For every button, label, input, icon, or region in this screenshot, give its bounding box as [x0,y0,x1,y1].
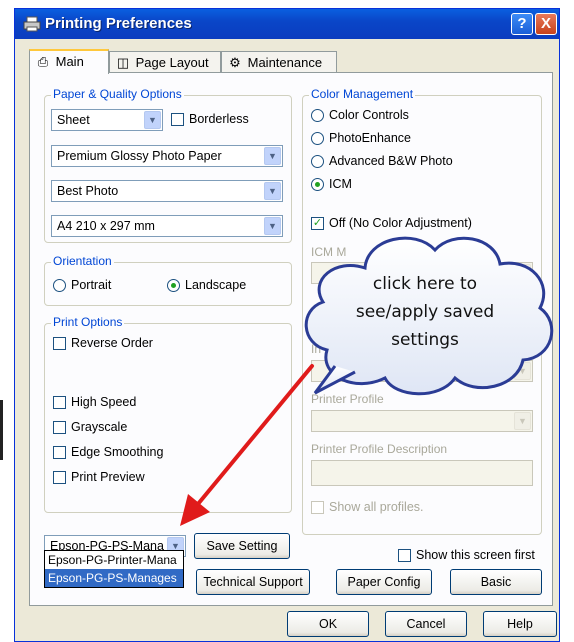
orientation-group: Orientation Portrait Landscape [44,254,292,306]
photoenhance-radio[interactable]: PhotoEnhance [311,131,411,145]
radio-dot-selected [167,278,180,292]
icm-label: ICM [329,177,352,191]
tab-page-layout[interactable]: ◫ Page Layout [109,51,221,73]
reverse-order-label: Reverse Order [71,336,153,350]
printer-icon: ⎙ [37,54,49,69]
cancel-button[interactable]: Cancel [385,611,467,637]
checkbox-box [53,395,66,409]
radio-dot-selected [311,177,324,191]
portrait-label: Portrait [71,278,112,292]
icm-radio[interactable]: ICM [311,177,352,191]
paper-source-select[interactable]: Sheet ▼ [51,109,163,131]
show-all-profiles-label: Show all profiles. [329,500,424,514]
checkbox-box [53,420,66,434]
print-options-title: Print Options [51,315,125,329]
color-management-title: Color Management [309,87,416,101]
paper-quality-title: Paper & Quality Options [51,87,184,101]
checkbox-box [398,548,411,562]
show-all-profiles-checkbox[interactable]: Show all profiles. [311,500,424,514]
callout-line-2: see/apply saved [355,302,495,322]
landscape-radio[interactable]: Landscape [167,278,246,292]
edge-smoothing-checkbox[interactable]: Edge Smoothing [53,445,163,459]
paper-source-value: Sheet [57,113,90,127]
chevron-down-icon: ▼ [144,111,161,129]
radio-dot [311,154,324,168]
chevron-down-icon: ▼ [514,412,531,430]
radio-dot [311,131,324,145]
printer-profile-select[interactable]: ▼ [311,410,533,432]
checkbox-box [53,336,66,350]
technical-support-button[interactable]: Technical Support [196,569,310,595]
tab-main-label: Main [55,54,84,69]
edge-smoothing-label: Edge Smoothing [71,445,164,459]
paper-config-button[interactable]: Paper Config [336,569,432,595]
advanced-bw-radio[interactable]: Advanced B&W Photo [311,154,453,168]
orientation-title: Orientation [51,254,114,268]
tab-page-layout-label: Page Layout [135,55,209,70]
reverse-order-checkbox[interactable]: Reverse Order [53,336,153,350]
show-screen-first-checkbox[interactable]: Show this screen first [398,548,535,562]
chevron-down-icon: ▼ [264,217,281,235]
basic-button[interactable]: Basic [450,569,542,595]
color-controls-radio[interactable]: Color Controls [311,108,409,122]
save-setting-button[interactable]: Save Setting [194,533,290,559]
background-edge [0,400,3,460]
borderless-checkbox[interactable]: Borderless [171,112,249,126]
quality-value: Best Photo [57,184,119,198]
chevron-down-icon: ▼ [264,182,281,200]
print-preview-label: Print Preview [71,470,145,484]
tab-maintenance-label: Maintenance [247,55,323,70]
callout-line-3: settings [391,330,459,350]
grayscale-checkbox[interactable]: Grayscale [53,420,127,434]
chevron-down-icon: ▼ [264,147,281,165]
callout-line-1: click here to [372,274,478,294]
printer-icon [23,16,41,32]
close-button[interactable]: X [535,13,557,35]
checkbox-box [53,470,66,484]
ok-button[interactable]: OK [287,611,369,637]
borderless-label: Borderless [189,112,249,126]
print-options-group: Print Options Reverse Order High Speed G… [44,315,292,513]
advanced-bw-label: Advanced B&W Photo [329,154,453,168]
title-bar: Printing Preferences ? X [15,9,559,39]
paper-size-select[interactable]: A4 210 x 297 mm ▼ [51,215,283,237]
checkbox-box [171,112,184,126]
saved-setting-option-selected[interactable]: Epson-PG-PS-Manages [45,569,183,587]
paper-size-value: A4 210 x 297 mm [57,219,155,233]
landscape-label: Landscape [185,278,247,292]
callout-text: click here to see/apply saved settings [330,270,520,354]
radio-dot [311,108,324,122]
portrait-radio[interactable]: Portrait [53,278,111,292]
help-title-button[interactable]: ? [511,13,533,35]
print-preview-checkbox[interactable]: Print Preview [53,470,145,484]
radio-dot [53,278,66,292]
show-screen-first-label: Show this screen first [416,548,535,562]
tab-maintenance[interactable]: ⚙ Maintenance [221,51,337,73]
printer-profile-desc-label: Printer Profile Description [311,442,448,456]
paper-quality-group: Paper & Quality Options Sheet ▼ Borderle… [44,87,292,243]
maintenance-icon: ⚙ [229,55,241,70]
tab-main[interactable]: ⎙ Main [29,49,109,74]
grayscale-label: Grayscale [71,420,128,434]
printer-profile-desc-box [311,460,533,486]
window-title: Printing Preferences [45,15,192,32]
saved-setting-option[interactable]: Epson-PG-Printer-Mana [45,551,183,569]
photoenhance-label: PhotoEnhance [329,131,412,145]
quality-select[interactable]: Best Photo ▼ [51,180,283,202]
media-type-value: Premium Glossy Photo Paper [57,149,222,163]
high-speed-checkbox[interactable]: High Speed [53,395,136,409]
checkbox-box [311,500,324,514]
high-speed-label: High Speed [71,395,137,409]
page-layout-icon: ◫ [116,55,130,70]
help-button[interactable]: Help [483,611,557,637]
color-controls-label: Color Controls [329,108,409,122]
checkbox-box [53,445,66,459]
media-type-select[interactable]: Premium Glossy Photo Paper ▼ [51,145,283,167]
saved-setting-dropdown-list: Epson-PG-Printer-Mana Epson-PG-PS-Manage… [44,550,184,588]
